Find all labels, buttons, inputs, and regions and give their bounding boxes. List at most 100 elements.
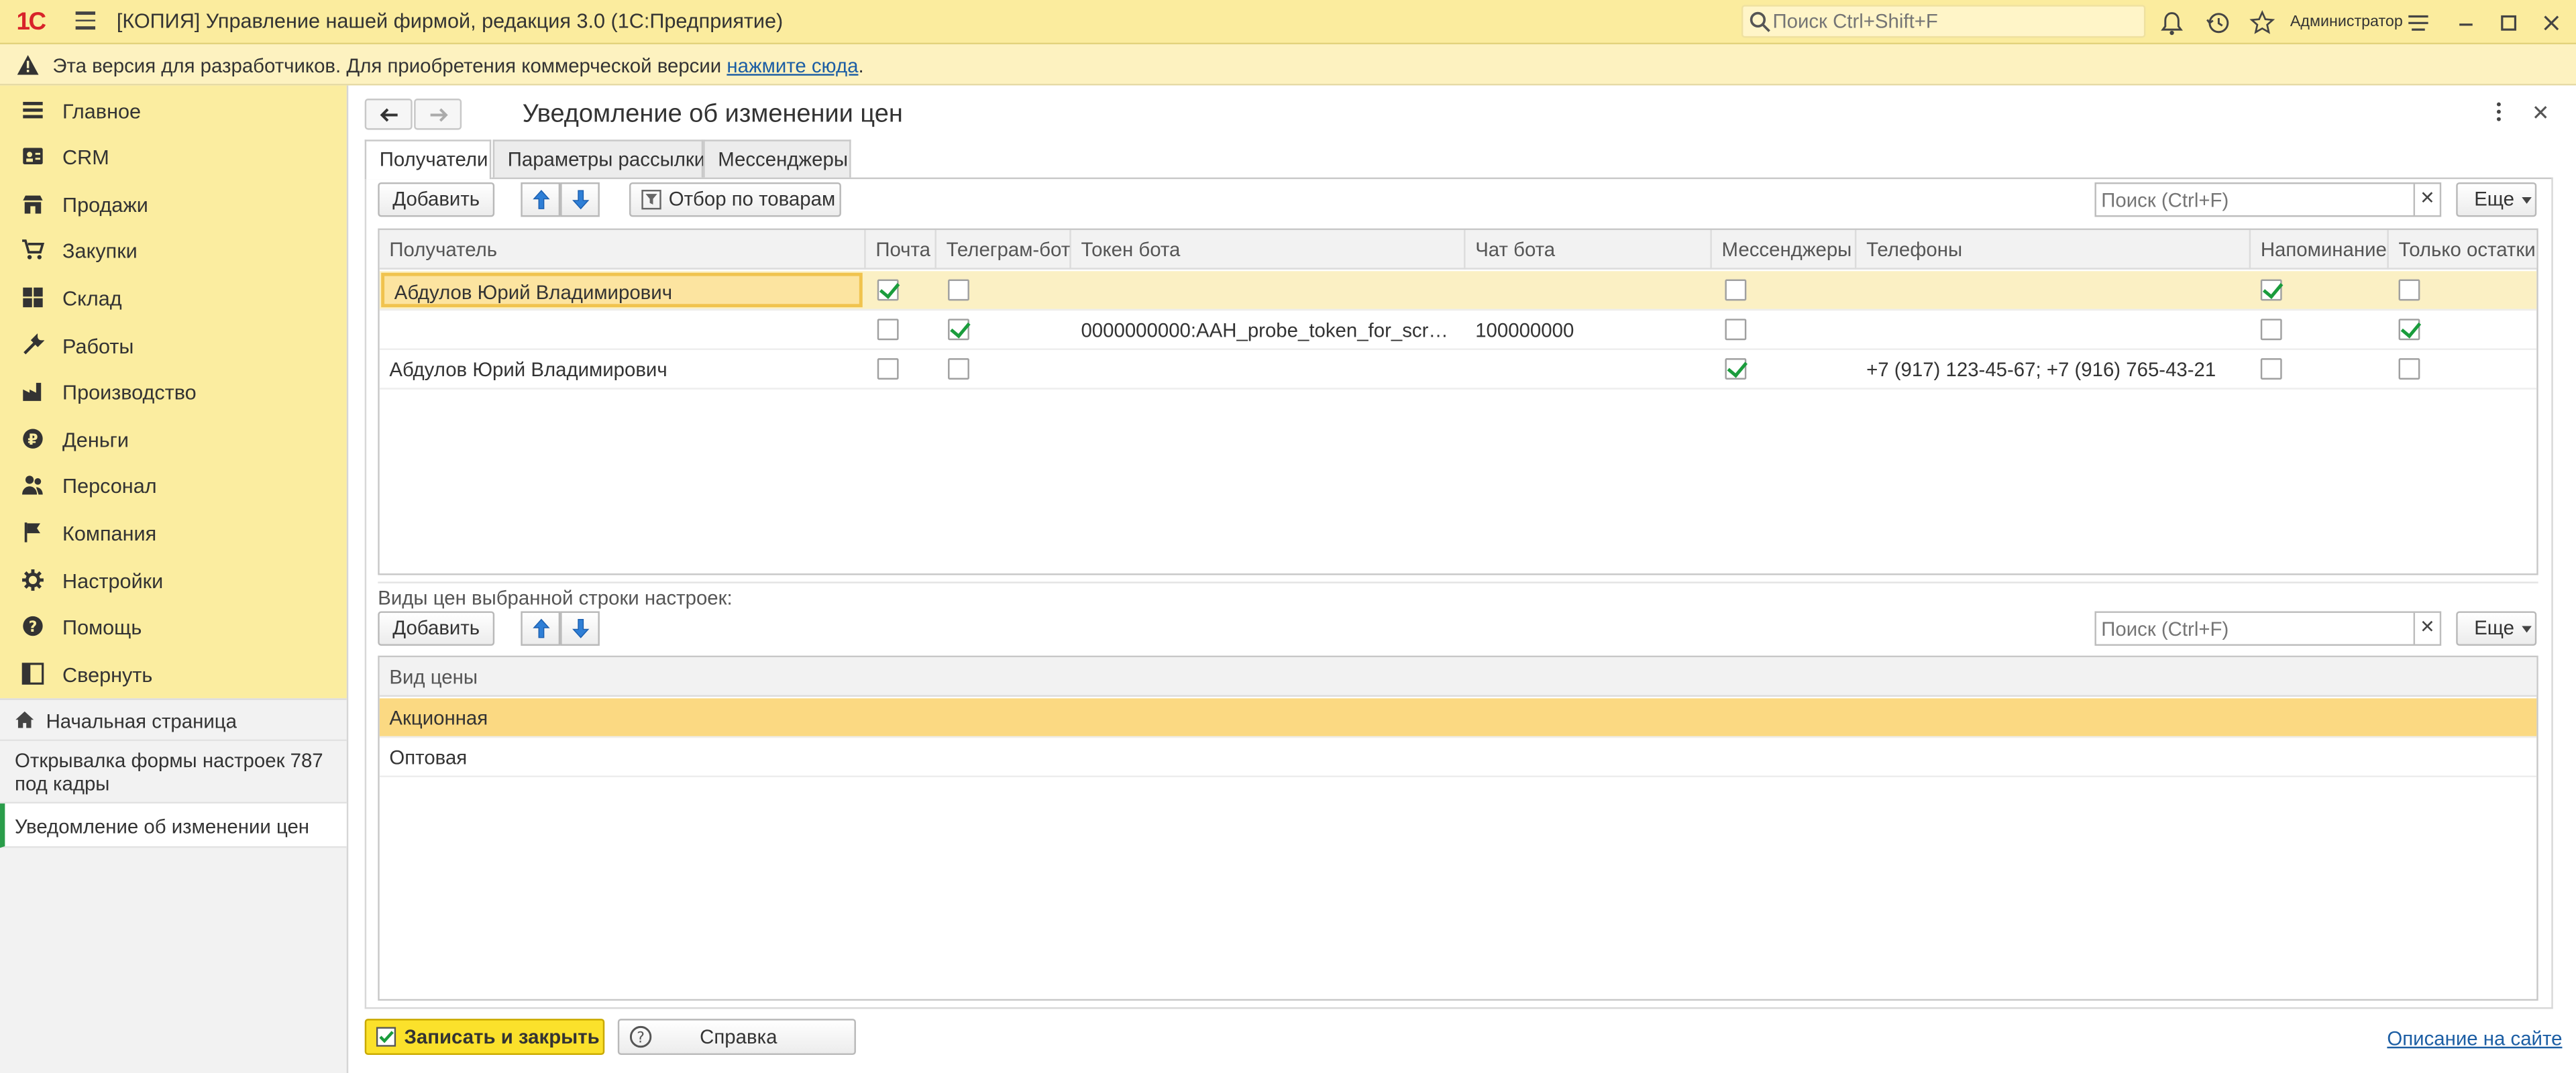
column-header[interactable]: Получатель [380,230,866,270]
stock-only-checkbox[interactable] [2398,319,2420,341]
column-header[interactable]: Токен бота [1071,230,1466,270]
table-row[interactable]: Оптовая [379,738,2537,777]
chat-cell[interactable]: 100000000 [1466,310,1712,348]
phones-cell[interactable] [1856,271,2251,308]
section-money[interactable]: ₽ Деньги [0,416,347,462]
price-move-up-button[interactable] [521,611,561,646]
star-icon[interactable] [2249,10,2275,36]
stock-only-checkbox[interactable] [2398,279,2420,301]
chat-cell[interactable] [1466,271,1712,308]
recipient-cell[interactable] [380,310,866,348]
section-settings[interactable]: Настройки [0,557,347,604]
telegram-checkbox[interactable] [948,279,969,301]
section-collapse[interactable]: Свернуть [0,651,347,697]
mail-checkbox[interactable] [877,279,899,301]
section-crm[interactable]: CRM [0,133,347,179]
more-vertical-icon[interactable] [2496,100,2502,123]
clear-search-icon[interactable]: ✕ [2413,184,2440,215]
price-move-down-button[interactable] [560,611,600,646]
token-cell[interactable] [1071,350,1466,388]
telegram-checkbox[interactable] [948,358,969,380]
open-window-home[interactable]: Начальная страница [0,698,347,742]
section-production[interactable]: Производство [0,368,347,414]
recipients-search[interactable]: ✕ [2094,182,2442,217]
section-label: Закупки [62,239,138,264]
open-window-price-notification[interactable]: Уведомление об изменении цен [0,803,347,848]
maximize-icon[interactable] [2496,10,2522,36]
column-header[interactable]: Вид цены [380,657,2537,697]
price-type-cell[interactable]: Акционная [380,698,1365,736]
token-cell[interactable] [1071,271,1466,308]
table-row[interactable]: 0000000000:AAH_probe_token_for_screensho… [379,310,2537,350]
column-header[interactable]: Телефоны [1856,230,2251,270]
stock-only-checkbox[interactable] [2398,358,2420,380]
move-up-button[interactable] [521,182,561,217]
tab-recipients[interactable]: Получатели [364,139,492,180]
mail-checkbox[interactable] [877,319,899,341]
column-header[interactable]: Чат бота [1466,230,1712,270]
section-main[interactable]: Главное [0,87,347,133]
price-type-cell[interactable]: Оптовая [380,738,1365,775]
messengers-checkbox[interactable] [1725,319,1747,341]
more-actions-button[interactable]: Еще [2456,182,2537,217]
section-personnel[interactable]: Персонал [0,462,347,508]
back-button[interactable] [364,99,413,130]
current-user[interactable]: Администратор [2290,13,2403,32]
settings-sliders-icon[interactable] [2405,10,2431,36]
price-more-actions-button[interactable]: Еще [2456,611,2537,646]
close-form-icon[interactable]: ✕ [2532,100,2550,126]
minimize-icon[interactable] [2453,10,2479,36]
close-window-icon[interactable] [2538,10,2565,36]
tab-mailing-params[interactable]: Параметры рассылки [492,139,705,178]
section-purchases[interactable]: Закупки [0,227,347,273]
history-icon[interactable] [2205,10,2231,36]
tab-messengers[interactable]: Мессенджеры [703,139,851,178]
messengers-checkbox[interactable] [1725,358,1747,380]
add-recipient-button[interactable]: Добавить [378,182,495,217]
section-sales[interactable]: Продажи [0,181,347,227]
section-company[interactable]: Компания [0,510,347,556]
description-link[interactable]: Описание на сайте [2387,1027,2562,1050]
column-header[interactable]: Только остатки [2389,230,2536,270]
open-window-settings-form[interactable]: Открывалка формы настроек 787 под кадры [0,741,347,804]
purchase-link[interactable]: нажмите сюда [727,54,858,77]
price-types-table[interactable]: Вид цены Акционная Оптовая [378,655,2538,1001]
section-warehouse[interactable]: Склад [0,274,347,321]
recipient-cell[interactable]: Абдулов Юрий Владимирович [380,350,866,388]
save-and-close-button[interactable]: Записать и закрыть [364,1019,605,1056]
add-price-type-button[interactable]: Добавить [378,611,495,646]
column-header[interactable]: Почта [866,230,936,270]
phones-cell[interactable] [1856,310,2251,348]
bell-icon[interactable] [2159,10,2185,36]
column-header[interactable]: Напоминание [2251,230,2389,270]
messengers-checkbox[interactable] [1725,279,1747,301]
reminder-checkbox[interactable] [2260,358,2282,380]
filter-by-goods-button[interactable]: Отбор по товарам [629,182,841,217]
chat-cell[interactable] [1466,350,1712,388]
section-works[interactable]: Работы [0,322,347,368]
phones-cell[interactable]: +7 (917) 123-45-67; +7 (916) 765-43-21 [1856,350,2251,388]
recipients-search-input[interactable] [2101,187,2406,214]
table-row[interactable]: Абдулов Юрий Владимирович [379,271,2537,311]
column-header[interactable]: Телеграм-бот [936,230,1071,270]
price-types-search-input[interactable] [2101,616,2406,643]
mail-checkbox[interactable] [877,358,899,380]
help-button[interactable]: ? Справка [617,1019,856,1056]
price-types-search[interactable]: ✕ [2094,611,2442,646]
move-down-button[interactable] [560,182,600,217]
column-header[interactable]: Мессенджеры [1712,230,1857,270]
table-row[interactable]: Акционная [379,698,2537,738]
clear-search-icon[interactable]: ✕ [2413,612,2440,644]
recipients-table[interactable]: Получатель Почта Телеграм-бот Токен бота… [378,228,2538,575]
forward-button[interactable] [414,99,462,130]
token-cell[interactable]: 0000000000:AAH_probe_token_for_screensho… [1071,310,1458,348]
section-help[interactable]: ? Помощь [0,603,347,649]
global-search-input[interactable] [1772,8,2135,35]
reminder-checkbox[interactable] [2260,279,2282,301]
table-row[interactable]: Абдулов Юрий Владимирович +7 (917) 123-4… [379,350,2537,390]
hamburger-menu-icon[interactable] [75,11,96,30]
reminder-checkbox[interactable] [2260,319,2282,341]
recipient-cell[interactable]: Абдулов Юрий Владимирович [381,272,863,308]
telegram-checkbox[interactable] [948,319,969,341]
global-search[interactable] [1741,5,2146,38]
